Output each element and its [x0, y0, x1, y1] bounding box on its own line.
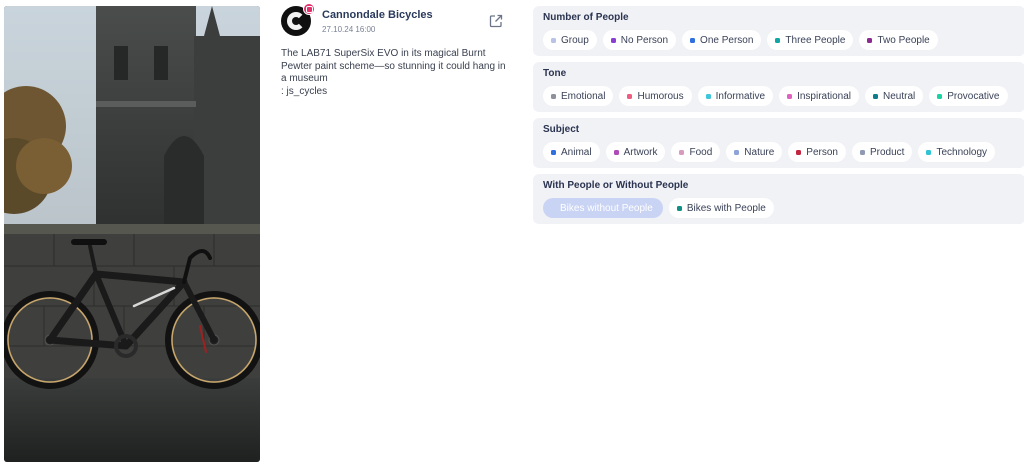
- tag-chip-provocative[interactable]: Provocative: [929, 86, 1008, 106]
- tag-group-title: With People or Without People: [543, 180, 689, 191]
- tag-color-dot-icon: [926, 149, 932, 155]
- tag-chip-label: Product: [869, 146, 905, 158]
- external-link-icon[interactable]: [488, 13, 504, 29]
- caption-line: The LAB71 SuperSix EVO in its magical Bu…: [281, 48, 506, 84]
- tag-chip-label: Two People: [877, 34, 930, 46]
- tag-chip-list: Animal Artwork Food Nature Person Product Tech…: [543, 142, 1015, 162]
- tag-chip-group[interactable]: Group: [543, 30, 597, 50]
- tag-chip-label: Neutral: [883, 90, 916, 102]
- post-photo[interactable]: [4, 6, 260, 462]
- tag-chip-label: Person: [806, 146, 838, 158]
- tag-group-title: Subject: [543, 124, 580, 135]
- tag-color-dot-icon: [859, 149, 865, 155]
- tag-group-title: Number of People: [543, 12, 629, 23]
- tag-color-dot-icon: [796, 149, 802, 155]
- tag-color-dot-icon: [679, 149, 685, 155]
- tag-chip-label: Animal: [561, 146, 592, 158]
- post-meta: Cannondale Bicycles 27.10.24 16:00: [322, 9, 433, 35]
- tag-chip-label: Emotional: [561, 90, 606, 102]
- tag-chip-three-people[interactable]: Three People: [767, 30, 854, 50]
- tag-color-dot-icon: [551, 149, 556, 155]
- tag-chip-person[interactable]: Person: [788, 142, 846, 162]
- tag-chip-list: Group No Person One Person Three People Two …: [543, 30, 1015, 50]
- cannondale-logo-icon: [287, 12, 305, 30]
- tag-chip-label: Group: [561, 34, 589, 46]
- tag-group: Subject Animal Artwork Food Nature Person Prod…: [533, 118, 1024, 168]
- tag-chip-technology[interactable]: Technology: [918, 142, 996, 162]
- tag-chip-bikes-without-people[interactable]: Bikes without People: [543, 198, 663, 218]
- tag-chip-label: No Person: [620, 34, 669, 46]
- tag-chip-informative[interactable]: Informative: [697, 86, 774, 106]
- tag-chip-label: One Person: [700, 34, 754, 46]
- tag-chip-two-people[interactable]: Two People: [859, 30, 938, 50]
- instagram-icon: [303, 3, 315, 15]
- tag-chip-label: Three People: [785, 34, 846, 46]
- tag-group: Number of People Group No Person One Person…: [533, 6, 1024, 56]
- tag-chip-neutral[interactable]: Neutral: [865, 86, 924, 106]
- tag-chip-artwork[interactable]: Artwork: [605, 142, 666, 162]
- tag-chip-emotional[interactable]: Emotional: [543, 86, 614, 106]
- tag-chip-animal[interactable]: Animal: [543, 142, 600, 162]
- tag-group: With People or Without People Bikes witho…: [533, 174, 1024, 224]
- caption-line: : js_cycles: [281, 85, 328, 97]
- tag-chip-label: Inspirational: [797, 90, 851, 102]
- post-photo-illustration: [4, 6, 260, 462]
- tag-chip-one-person[interactable]: One Person: [682, 30, 762, 50]
- tag-color-dot-icon: [627, 93, 633, 99]
- tag-color-dot-icon: [690, 37, 696, 43]
- tag-chip-list: Bikes without People Bikes with People: [543, 198, 1015, 218]
- tag-chip-label: Food: [689, 146, 713, 158]
- brand-avatar[interactable]: [281, 3, 315, 36]
- tag-chip-label: Technology: [936, 146, 988, 158]
- tag-color-dot-icon: [867, 37, 873, 43]
- tag-chip-label: Artwork: [623, 146, 658, 158]
- tag-chip-list: Emotional Humorous Informative Inspirationa…: [543, 86, 1015, 106]
- tag-group: Tone Emotional Humorous Informative Inspirat…: [533, 62, 1024, 112]
- tag-color-dot-icon: [705, 93, 711, 99]
- tag-chip-label: Bikes without People: [560, 202, 653, 214]
- tag-chip-nature[interactable]: Nature: [726, 142, 783, 162]
- tag-color-dot-icon: [734, 149, 740, 155]
- tag-chip-label: Bikes with People: [686, 202, 766, 214]
- tag-color-dot-icon: [551, 93, 556, 99]
- tag-chip-no-person[interactable]: No Person: [602, 30, 677, 50]
- tag-color-dot-icon: [676, 205, 682, 211]
- tag-chip-label: Nature: [744, 146, 775, 158]
- tag-chip-bikes-with-people[interactable]: Bikes with People: [668, 198, 774, 218]
- post-caption: The LAB71 SuperSix EVO in its magical Bu…: [281, 48, 509, 98]
- tag-chip-food[interactable]: Food: [671, 142, 721, 162]
- tag-color-dot-icon: [551, 37, 556, 43]
- tag-chip-inspirational[interactable]: Inspirational: [779, 86, 859, 106]
- tag-chip-humorous[interactable]: Humorous: [619, 86, 692, 106]
- tag-chip-product[interactable]: Product: [851, 142, 913, 162]
- post-header: Cannondale Bicycles 27.10.24 16:00: [281, 3, 511, 42]
- tag-chip-label: Informative: [715, 90, 766, 102]
- tag-color-dot-icon: [937, 93, 943, 99]
- tag-color-dot-icon: [787, 93, 793, 99]
- tag-color-dot-icon: [613, 149, 619, 155]
- tag-group-title: Tone: [543, 68, 567, 79]
- post-details: Cannondale Bicycles 27.10.24 16:00 The L…: [281, 3, 511, 98]
- tag-color-dot-icon: [610, 37, 616, 43]
- post-timestamp: 27.10.24 16:00: [322, 25, 376, 34]
- author-name[interactable]: Cannondale Bicycles: [322, 9, 433, 22]
- tag-color-dot-icon: [873, 93, 878, 99]
- tag-chip-label: Provocative: [947, 90, 1000, 102]
- tag-chip-label: Humorous: [637, 90, 684, 102]
- tag-groups: Number of People Group No Person One Person…: [533, 6, 1024, 230]
- tag-color-dot-icon: [775, 37, 781, 43]
